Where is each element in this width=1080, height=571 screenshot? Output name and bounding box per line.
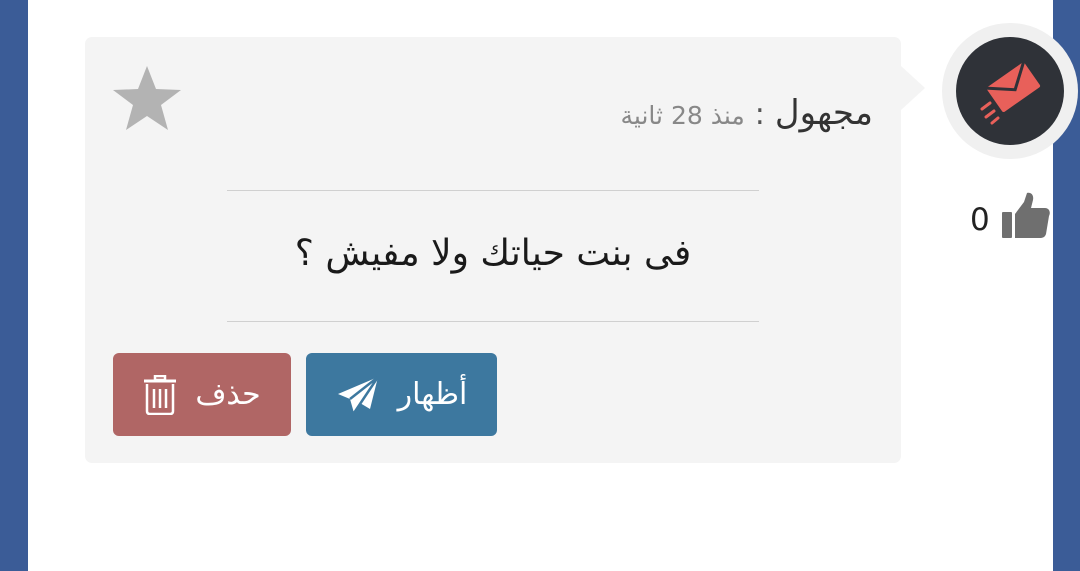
delete-button-label: حذف — [195, 377, 261, 412]
paper-plane-icon — [337, 375, 379, 414]
envelope-icon — [980, 61, 1041, 125]
thumbs-up-icon[interactable] — [1000, 190, 1052, 246]
avatar-circle — [956, 37, 1064, 145]
avatar[interactable] — [942, 23, 1078, 159]
like-count: 0 — [970, 202, 990, 238]
card-pointer — [901, 66, 925, 110]
star-icon[interactable] — [111, 64, 183, 138]
show-button[interactable]: أظهار — [306, 353, 497, 436]
delete-button[interactable]: حذف — [113, 353, 291, 436]
page: 0 مجهول: منذ 28 ثانية فى بنت حياتك ولا مف… — [28, 0, 1078, 571]
separator: : — [754, 97, 765, 132]
like-counter[interactable]: 0 — [966, 186, 1066, 246]
show-button-label: أظهار — [397, 377, 468, 412]
message-text: فى بنت حياتك ولا مفيش ؟ — [294, 233, 692, 274]
divider-bottom — [227, 321, 759, 322]
trash-icon — [144, 374, 177, 415]
message-card: مجهول: منذ 28 ثانية فى بنت حياتك ولا مفيش… — [85, 37, 901, 463]
message-time: منذ 28 ثانية — [620, 101, 745, 130]
sender-name: مجهول — [774, 93, 873, 133]
divider-top — [227, 190, 759, 191]
message-header: مجهول: منذ 28 ثانية — [621, 93, 873, 133]
